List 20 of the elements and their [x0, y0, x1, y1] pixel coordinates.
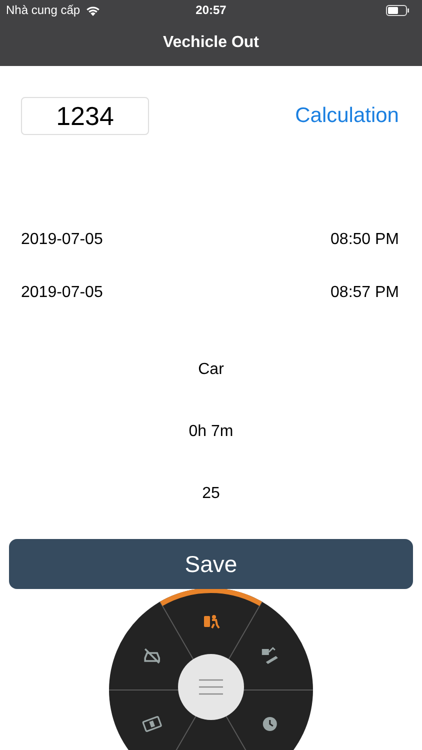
battery-icon	[386, 4, 410, 16]
menu-center-button[interactable]	[178, 654, 244, 720]
plate-number-field[interactable]: 1234	[21, 97, 149, 135]
date-text: 2019-07-05	[21, 284, 103, 302]
save-button[interactable]: Save	[9, 539, 413, 589]
window-title: Vechicle Out	[162, 34, 260, 52]
menu-icon	[199, 679, 223, 695]
date-text: 2019-07-05	[21, 231, 103, 249]
time-text: 08:50 PM	[330, 231, 399, 249]
calculation-button[interactable]: Calculation	[295, 104, 399, 128]
status-time: 20:57	[194, 3, 228, 17]
result-text: 25	[202, 484, 220, 504]
wifi-icon	[86, 4, 100, 16]
carrier-name: Nhà cung cấp	[6, 3, 80, 17]
clock-icon[interactable]	[262, 717, 277, 731]
worker-cart-icon[interactable]	[204, 615, 220, 629]
result-text: Car	[198, 360, 224, 380]
ticket-icon[interactable]	[142, 716, 162, 732]
time-text: 08:57 PM	[330, 284, 399, 302]
result-text: 0h 7m	[188, 422, 234, 442]
